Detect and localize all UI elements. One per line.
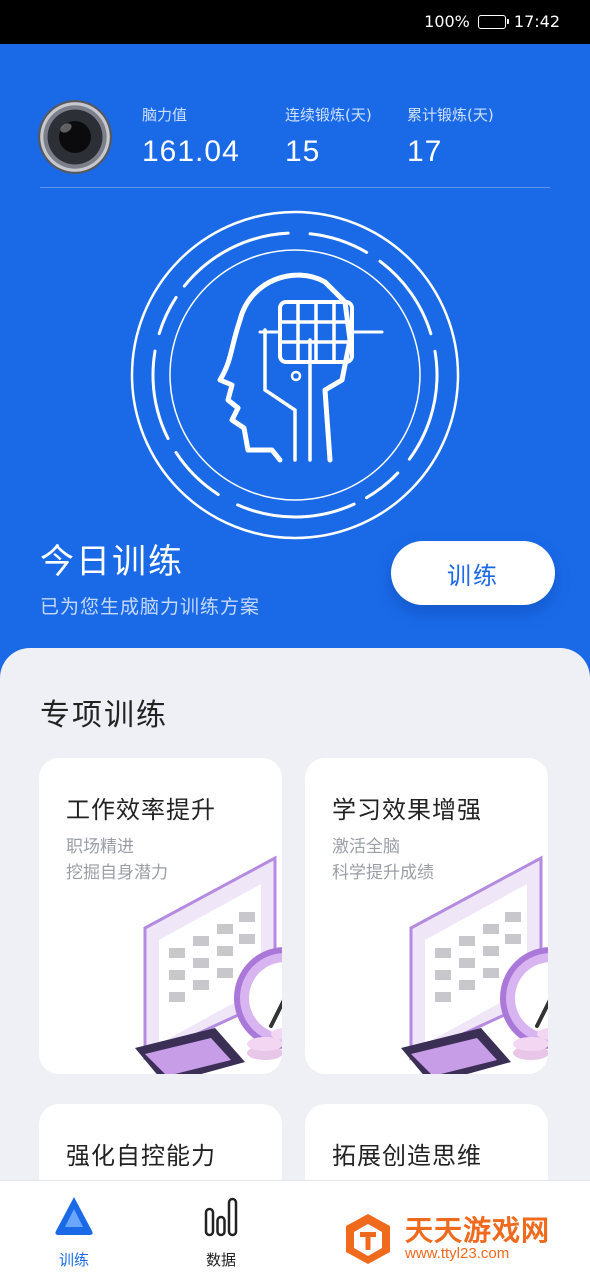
- stat-total-days: 累计锻炼(天) 17: [407, 104, 494, 169]
- card-work-efficiency[interactable]: 工作效率提升 职场精进 挖掘自身潜力: [39, 758, 282, 1074]
- tab-label: 训练: [58, 1251, 89, 1269]
- card-title: 学习效果增强: [332, 796, 482, 824]
- tab-data[interactable]: 数据: [181, 1193, 261, 1270]
- stat-label: 累计锻炼(天): [407, 106, 494, 124]
- train-triangle-icon: [55, 1197, 93, 1235]
- start-training-button[interactable]: 训练: [391, 541, 555, 605]
- tab-training[interactable]: 训练: [34, 1193, 114, 1270]
- battery-percentage: 100%: [424, 12, 470, 31]
- card-title: 工作效率提升: [66, 796, 216, 824]
- brain-head-illustration: [130, 210, 460, 540]
- stat-value: 161.04: [142, 135, 240, 168]
- clock: 17:42: [513, 12, 560, 31]
- tab-label: 数据: [205, 1251, 236, 1269]
- divider: [40, 187, 550, 188]
- stat-brain-power: 脑力值 161.04: [142, 104, 240, 169]
- special-training-section: 专项训练 工作效率提升 职场精进 挖掘自身潜力 学习效果增强 激活全脑 科学提升…: [0, 648, 590, 1224]
- stat-value: 17: [407, 135, 443, 168]
- card-title: 强化自控能力: [66, 1142, 216, 1170]
- office-calculator-illustration: [401, 855, 548, 1074]
- hero-panel: 脑力值 161.04 连续锻炼(天) 15 累计锻炼(天) 17 今日训练 已为…: [0, 44, 590, 704]
- stat-label: 连续锻炼(天): [285, 106, 372, 124]
- status-bar: 100% 17:42: [0, 0, 590, 44]
- battery-icon: [477, 14, 509, 29]
- stat-value: 15: [285, 135, 321, 168]
- watermark-title: 天天游戏网: [405, 1214, 551, 1247]
- card-study-improvement[interactable]: 学习效果增强 激活全脑 科学提升成绩: [305, 758, 548, 1074]
- section-title: 专项训练: [40, 698, 168, 733]
- office-calculator-illustration: [135, 855, 282, 1074]
- card-title: 拓展创造思维: [332, 1142, 482, 1170]
- today-training-title: 今日训练: [40, 542, 184, 582]
- today-training-subtitle: 已为您生成脑力训练方案: [40, 596, 261, 618]
- watermark-url: www.ttyl23.com: [405, 1245, 510, 1262]
- avatar[interactable]: [38, 100, 112, 174]
- stat-streak-days: 连续锻炼(天) 15: [285, 104, 372, 169]
- watermark-logo-icon: [346, 1214, 390, 1264]
- bar-chart-icon: [204, 1197, 238, 1237]
- stat-label: 脑力值: [142, 106, 188, 124]
